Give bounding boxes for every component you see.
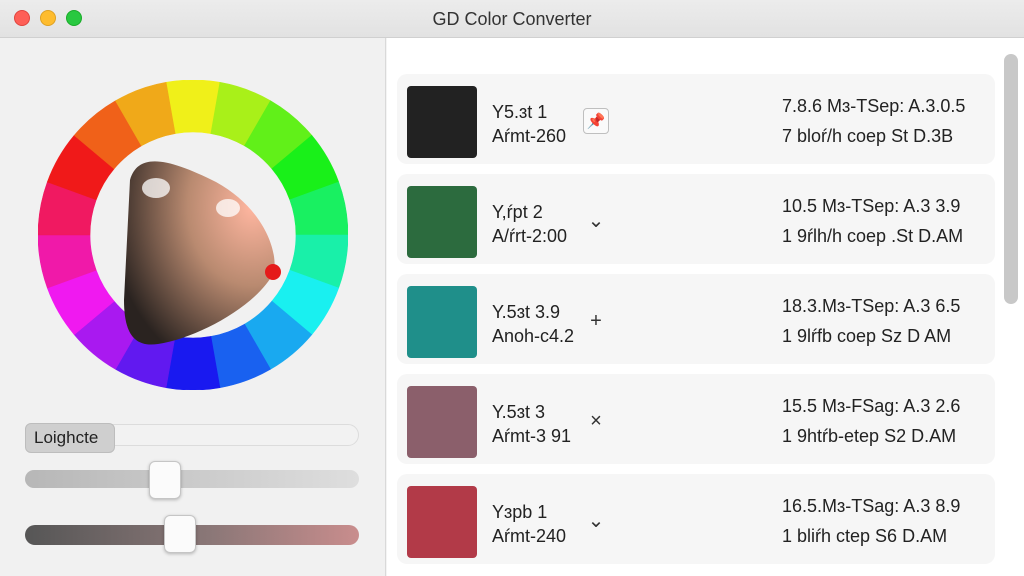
color-swatch[interactable]	[407, 386, 477, 458]
color-subtitle: A/ŕrt-2:00	[492, 226, 568, 246]
color-meta-secondary: 1 9ŕlh/h coep .St D.AM	[782, 226, 964, 246]
color-meta-primary: 15.5 Mɜ-FSag: A.3 2.6	[782, 396, 961, 416]
color-subtitle: Aŕmt-3 91	[492, 426, 572, 446]
color-subtitle: Anoh-c4.2	[492, 326, 575, 346]
color-picker-panel: Loighcte	[0, 38, 386, 576]
color-name: Y5.ɜt 1	[492, 102, 548, 122]
color-row[interactable]: Y.5ɜt 3.9 Anoh-c4.2 + 18.3.Mɜ-TSep: A.3 …	[397, 274, 995, 364]
color-subtitle: Aŕmt-240	[492, 526, 567, 546]
chevron-down-icon[interactable]: ⌄	[583, 208, 609, 234]
color-swatch[interactable]	[407, 86, 477, 158]
color-subtitle: Aŕmt-260	[492, 126, 567, 146]
pin-icon[interactable]: 📌	[583, 108, 609, 134]
color-swatch[interactable]	[407, 186, 477, 258]
color-row[interactable]: Y,ŕpt 2 A/ŕrt-2:00 ⌄ 10.5 Mɜ-TSep: A.3 3…	[397, 174, 995, 264]
picker-highlight-icon	[142, 178, 170, 198]
color-name: Y.5ɜt 3.9	[492, 302, 560, 322]
picker-highlight-icon	[216, 199, 240, 217]
color-meta-primary: 16.5.Mɜ-TSag: A.3 8.9	[782, 496, 961, 516]
lightness-slider-label: Loighcte	[25, 423, 115, 453]
title-bar: GD Color Converter	[0, 0, 1024, 38]
color-name: Yɜpb 1	[492, 502, 548, 522]
hue-segment[interactable]	[165, 336, 221, 390]
value-slider-thumb[interactable]	[164, 515, 196, 553]
color-name: Y.5ɜt 3	[492, 402, 545, 422]
window-title: GD Color Converter	[432, 9, 592, 29]
color-meta-primary: 7.8.6 Mɜ-TSep: A.3.0.5	[782, 96, 966, 116]
color-meta-primary: 18.3.Mɜ-TSep: A.3 6.5	[782, 296, 961, 316]
color-meta-secondary: 1 9lŕfb coep Sz D AM	[782, 326, 952, 346]
color-row[interactable]: Y5.ɜt 1 Aŕmt-260 📌 7.8.6 Mɜ-TSep: A.3.0.…	[397, 74, 995, 164]
color-meta-secondary: 1 9htŕb-etep S2 D.AM	[782, 426, 957, 446]
plus-icon[interactable]: +	[583, 308, 609, 334]
color-meta-secondary: 7 bloŕ/h coep St D.3B	[782, 126, 954, 146]
color-swatch[interactable]	[407, 286, 477, 358]
color-wheel[interactable]	[38, 80, 348, 390]
hue-marker[interactable]	[265, 264, 281, 280]
color-row[interactable]: Yɜpb 1 Aŕmt-240 ⌄ 16.5.Mɜ-TSag: A.3 8.9 …	[397, 474, 995, 564]
color-meta-primary: 10.5 Mɜ-TSep: A.3 3.9	[782, 196, 961, 216]
saturation-slider-thumb[interactable]	[149, 461, 181, 499]
color-name: Y,ŕpt 2	[492, 202, 543, 222]
app-window: GD Color Converter Loighcte Y5.ɜt 1 Aŕmt…	[0, 0, 1024, 576]
chevron-down-icon[interactable]: ⌄	[583, 508, 609, 534]
hue-segment[interactable]	[165, 80, 221, 134]
close-icon[interactable]: ×	[583, 408, 609, 434]
color-meta-secondary: 1 bliŕh ctep S6 D.AM	[782, 526, 948, 546]
color-list-panel: Y5.ɜt 1 Aŕmt-260 📌 7.8.6 Mɜ-TSep: A.3.0.…	[387, 38, 1024, 576]
color-swatch[interactable]	[407, 486, 477, 558]
color-row[interactable]: Y.5ɜt 3 Aŕmt-3 91 × 15.5 Mɜ-FSag: A.3 2.…	[397, 374, 995, 464]
vertical-scrollbar[interactable]	[1004, 54, 1018, 304]
saturation-slider-track[interactable]	[25, 470, 359, 488]
